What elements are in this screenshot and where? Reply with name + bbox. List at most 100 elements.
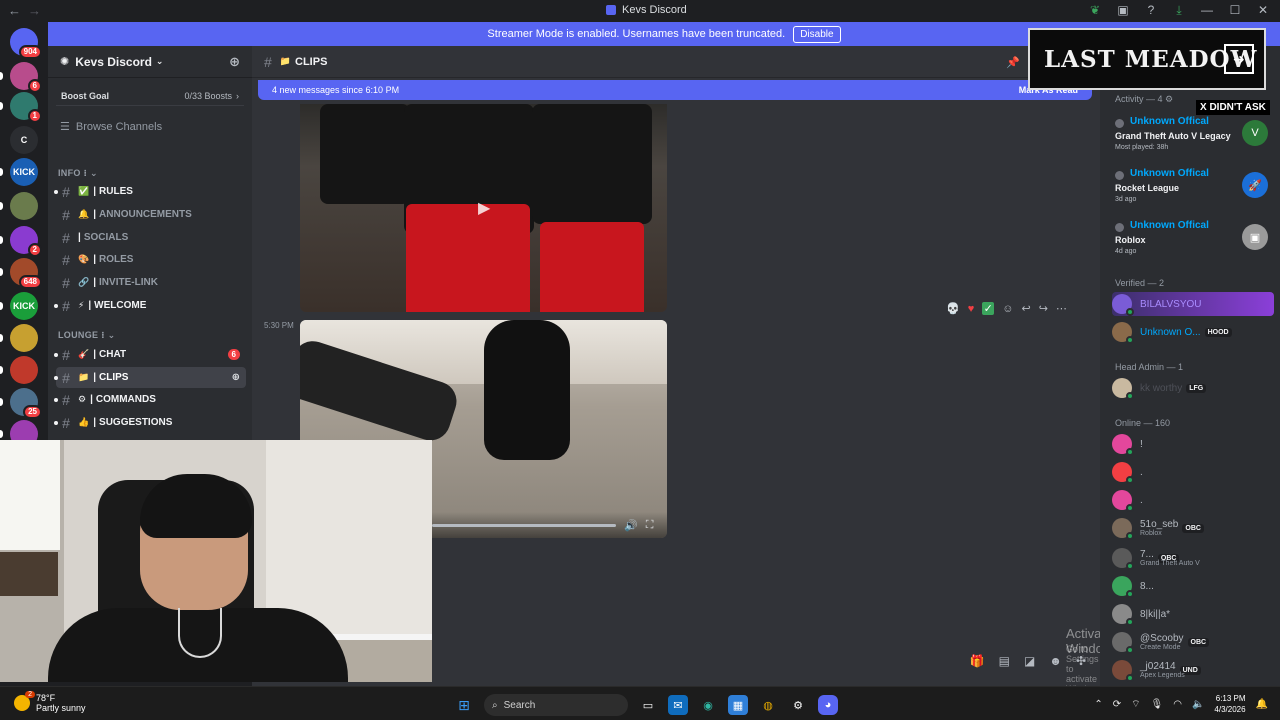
channel-commands[interactable]: # ⚙ | COMMANDS — [54, 389, 246, 410]
server-icon[interactable] — [10, 192, 38, 220]
heart-reaction-icon[interactable]: ♥ — [968, 303, 975, 315]
system-tray: ⌃ ⟳ ⌔ 🎙 ◠ 🔈 6:13 PM 4/3/2026 🔔 — [1094, 693, 1268, 715]
leaf-icon[interactable]: ❦ — [1088, 3, 1102, 18]
outlook-icon[interactable]: ✉ — [668, 695, 688, 715]
channel-roles[interactable]: # 🎨 | ROLES — [56, 249, 246, 270]
channel-chat[interactable]: # 🎸 | CHAT 6 — [54, 344, 246, 365]
maximize-icon[interactable]: ☐ — [1228, 3, 1242, 18]
speaker-icon[interactable]: 🔈 — [1192, 699, 1204, 710]
member-item[interactable]: Unknown O... HOOD — [1112, 320, 1274, 344]
notifications-icon[interactable]: 🔔 — [1256, 699, 1268, 710]
browse-channels[interactable]: ☰ Browse Channels — [48, 120, 252, 134]
server-icon[interactable] — [10, 356, 38, 384]
stream-overlay-logo: LAST MEADOW ➜ — [1028, 28, 1266, 90]
member-item[interactable]: 51o_seb OBC Roblox — [1112, 516, 1274, 540]
more-options-icon[interactable]: ⋯ — [1056, 302, 1067, 315]
guild-header[interactable]: ✺ Kevs Discord ⌄ ⊕ — [48, 46, 252, 78]
add-member-icon[interactable]: ⊕ — [229, 54, 240, 70]
inbox-icon[interactable]: ▣ — [1116, 3, 1130, 18]
activity-avatar[interactable] — [1115, 223, 1124, 232]
member-item[interactable]: . — [1112, 488, 1274, 512]
status-indicator — [1126, 562, 1134, 570]
arrow-right-icon: ➜ — [1224, 44, 1254, 74]
member-item[interactable]: ! — [1112, 432, 1274, 456]
start-icon[interactable]: ⊞ — [454, 695, 474, 715]
channel-welcome[interactable]: # ⚡ | WELCOME — [54, 295, 246, 316]
chrome-icon[interactable]: ◍ — [758, 695, 778, 715]
microphone-icon[interactable]: 🎙 — [1151, 699, 1164, 710]
forward-icon[interactable]: ↪ — [1039, 302, 1048, 315]
boost-goal[interactable]: Boost Goal 0/33 Boosts › — [56, 86, 244, 106]
steam-icon[interactable]: ⚙ — [788, 695, 808, 715]
discord-taskbar-icon[interactable]: ◕ — [818, 695, 838, 715]
download-icon[interactable]: ⤓ — [1172, 3, 1186, 18]
task-view-icon[interactable]: ▭ — [638, 695, 658, 715]
channel-announcements[interactable]: # 🔔 | ANNOUNCEMENTS — [56, 204, 246, 225]
server-icon[interactable]: 6 — [10, 62, 42, 93]
close-icon[interactable]: ✕ — [1256, 3, 1270, 18]
activity-username[interactable]: Unknown Offical — [1130, 220, 1209, 231]
new-messages-bar[interactable]: 4 new messages since 6:10 PM Mark As Rea… — [258, 80, 1092, 100]
activity-username[interactable]: Unknown Offical — [1130, 116, 1209, 127]
fullscreen-icon[interactable]: ⛶ — [646, 519, 654, 532]
reply-icon[interactable]: ↩ — [1021, 302, 1030, 315]
member-item[interactable]: 8... — [1112, 574, 1274, 598]
channel-invite-link[interactable]: # 🔗 | INVITE-LINK — [56, 272, 246, 293]
activity-avatar[interactable] — [1115, 171, 1124, 180]
server-icon[interactable]: 648 — [10, 258, 42, 289]
window-title: Kevs Discord — [606, 4, 687, 16]
back-arrow-icon[interactable]: ← — [8, 3, 21, 18]
video-progress-bar[interactable] — [432, 523, 616, 527]
category-info[interactable]: INFO ⁝ ⌄ — [48, 168, 98, 179]
volume-icon[interactable]: 🔊 — [624, 519, 638, 532]
member-item[interactable]: _j02414 UND Apex Legends — [1112, 658, 1274, 682]
clock[interactable]: 6:13 PM 4/3/2026 — [1214, 693, 1245, 715]
pin-icon[interactable]: 📌 — [1006, 56, 1020, 69]
play-icon[interactable]: ▶ — [478, 198, 490, 218]
member-item[interactable]: kk worthy LFG — [1112, 376, 1274, 400]
apps-icon[interactable]: ✣ — [1076, 654, 1086, 668]
gift-icon[interactable]: 🎁 — [970, 654, 985, 668]
taskbar-search[interactable]: ⌕ Search — [484, 694, 628, 716]
add-reaction-icon[interactable]: ☺ — [1002, 303, 1013, 315]
network-icon[interactable]: ⌔ — [1131, 698, 1140, 711]
sticker-icon[interactable]: ◪ — [1024, 654, 1035, 668]
create-invite-icon[interactable]: ⊕ — [232, 372, 240, 383]
member-item[interactable]: BILALVSYOU — [1112, 292, 1274, 316]
chevron-up-icon[interactable]: ⌃ — [1094, 699, 1102, 710]
member-item[interactable]: 7... OBC Grand Theft Auto V — [1112, 546, 1274, 570]
server-icon[interactable]: 2 — [10, 226, 42, 257]
forward-arrow-icon[interactable]: → — [28, 3, 41, 18]
status-indicator — [1126, 392, 1134, 400]
check-reaction-icon[interactable]: ✓ — [982, 302, 995, 315]
channel-suggestions[interactable]: # 👍 | SUGGESTIONS — [54, 412, 246, 433]
activity-username[interactable]: Unknown Offical — [1130, 168, 1209, 179]
emoji-icon[interactable]: ☻ — [1049, 654, 1062, 668]
skull-reaction-icon[interactable]: 💀 — [946, 302, 960, 315]
channel-rules[interactable]: # ✅ | RULES — [54, 181, 246, 202]
activity-avatar[interactable] — [1115, 119, 1124, 128]
channel-clips[interactable]: # 📁 | CLIPS ⊕ — [54, 367, 246, 388]
server-icon[interactable]: 904 — [10, 28, 42, 59]
gif-icon[interactable]: ▤ — [999, 654, 1010, 668]
channel-socials[interactable]: # | SOCIALS — [56, 227, 246, 248]
server-icon[interactable] — [10, 324, 38, 352]
minimize-icon[interactable]: — — [1200, 3, 1214, 18]
edge-icon[interactable]: ◉ — [698, 695, 718, 715]
server-icon[interactable]: KICK — [10, 158, 38, 186]
weather-widget[interactable]: 2 78°F Partly sunny — [14, 691, 86, 713]
video-attachment-1[interactable]: ▶ — [300, 104, 667, 312]
server-icon[interactable]: KICK — [10, 292, 38, 320]
server-icon[interactable]: 1 — [10, 92, 42, 123]
sync-icon[interactable]: ⟳ — [1113, 699, 1121, 710]
category-lounge[interactable]: LOUNGE ⁝ ⌄ — [48, 330, 115, 341]
server-icon[interactable]: 25 — [10, 388, 42, 419]
server-icon[interactable]: C — [10, 126, 38, 154]
store-icon[interactable]: ▦ — [728, 695, 748, 715]
member-item[interactable]: @Scooby OBC Create Mode — [1112, 630, 1274, 654]
disable-streamer-mode-button[interactable]: Disable — [793, 25, 841, 43]
member-item[interactable]: . — [1112, 460, 1274, 484]
wifi-icon[interactable]: ◠ — [1173, 699, 1182, 710]
member-item[interactable]: 8|ki||a* — [1112, 602, 1274, 626]
help-icon[interactable]: ? — [1144, 3, 1158, 18]
